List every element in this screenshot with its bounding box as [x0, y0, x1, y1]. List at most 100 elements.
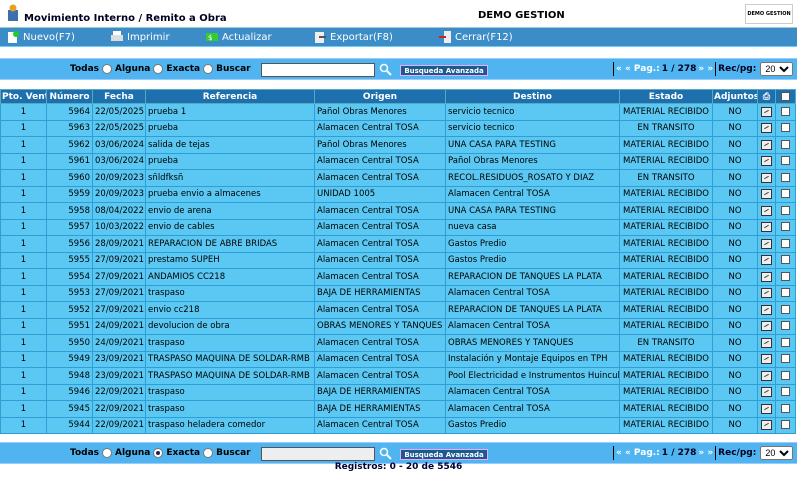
cell-referencia: TRASPASO MAQUINA DE SOLDAR-RMB	[145, 367, 315, 385]
col-referencia[interactable]: Referencia	[145, 89, 315, 104]
col-estado[interactable]: Estado	[619, 89, 713, 104]
row-checkbox[interactable]	[781, 189, 790, 199]
radio-todas-top[interactable]	[102, 64, 112, 74]
row-checkbox[interactable]	[781, 271, 790, 281]
row-checkbox[interactable]	[781, 420, 790, 430]
table-row[interactable]: 1 5963 22/05/2025 prueba Alamacen Central TO…	[0, 119, 796, 137]
col-origen[interactable]: Origen	[314, 89, 446, 104]
edit-icon[interactable]	[761, 337, 772, 348]
row-checkbox[interactable]	[781, 288, 790, 298]
cell-adjuntos: NO	[712, 202, 758, 220]
row-checkbox[interactable]	[781, 238, 790, 248]
advanced-search-button-top[interactable]: Busqueda Avanzada	[400, 65, 488, 76]
radio-alguna-bottom[interactable]	[153, 448, 164, 458]
cell-referencia: traspaso	[145, 284, 315, 302]
col-fecha[interactable]: Fecha	[92, 89, 146, 104]
print-button[interactable]: Imprimir	[110, 30, 170, 44]
print-all-icon[interactable]: ⎙	[757, 89, 776, 104]
edit-icon[interactable]	[761, 271, 772, 282]
edit-icon[interactable]	[761, 321, 772, 331]
col-pto-venta[interactable]: Pto. Venta	[0, 89, 47, 104]
new-button[interactable]: Nuevo(F7)	[6, 30, 75, 44]
table-row[interactable]: 1 5948 23/09/2021 TRASPASO MAQUINA DE SOLDA…	[0, 367, 796, 385]
edit-icon[interactable]	[761, 139, 772, 150]
radio-exacta-bottom[interactable]	[203, 448, 214, 458]
per-page-select[interactable]: 20	[760, 62, 794, 76]
edit-icon[interactable]	[761, 387, 772, 397]
cell-fecha: 22/09/2021	[92, 383, 146, 401]
edit-icon[interactable]	[761, 354, 772, 364]
col-adjuntos[interactable]: Adjuntos	[712, 89, 758, 104]
radio-todas-bottom[interactable]	[102, 448, 112, 458]
table-row[interactable]: 1 5949 23/09/2021 TRASPASO MAQUINA DE SOLDA…	[0, 350, 796, 368]
edit-icon[interactable]	[761, 288, 772, 298]
row-checkbox[interactable]	[781, 139, 790, 149]
table-row[interactable]: 1 5946 22/09/2021 traspaso BAJA DE HERRAMIEN…	[0, 383, 796, 401]
edit-icon[interactable]	[761, 205, 772, 216]
table-row[interactable]: 1 5964 22/05/2025 prueba 1 Pañol Obras Menor…	[0, 103, 796, 121]
prev-page-link[interactable]: « « Pag.:	[616, 64, 660, 74]
table-row[interactable]: 1 5952 27/09/2021 envio cc218 Alamacen Centr…	[0, 301, 796, 319]
table-row[interactable]: 1 5959 20/09/2023 prueba envio a almacenes U…	[0, 185, 796, 203]
search-input-bottom[interactable]	[261, 447, 375, 461]
col-destino[interactable]: Destino	[445, 89, 620, 104]
table-row[interactable]: 1 5945 22/09/2021 traspaso BAJA DE HERRAMIEN…	[0, 400, 796, 418]
table-row[interactable]: 1 5951 24/09/2021 devolucion de obra OBRAS M…	[0, 317, 796, 335]
table-row[interactable]: 1 5962 03/06/2024 salida de tejas Pañol Obra…	[0, 136, 796, 154]
row-checkbox[interactable]	[781, 370, 790, 380]
edit-icon[interactable]	[761, 172, 772, 183]
refresh-button[interactable]: $ Actualizar	[205, 30, 272, 44]
prev-page-link[interactable]: « « Pag.:	[616, 448, 660, 458]
table-row[interactable]: 1 5960 20/09/2023 sñldfksñ Alamacen Central …	[0, 169, 796, 187]
col-numero[interactable]: Número	[46, 89, 93, 104]
radio-exacta-top[interactable]	[203, 64, 214, 74]
edit-icon[interactable]	[761, 238, 772, 249]
cell-referencia: envio de cables	[145, 218, 315, 236]
close-button[interactable]: Cerrar(F12)	[438, 30, 513, 44]
select-all-checkbox[interactable]	[775, 89, 796, 104]
row-checkbox[interactable]	[781, 172, 790, 182]
edit-icon[interactable]	[761, 370, 772, 381]
radio-alguna-top[interactable]	[153, 64, 164, 74]
cell-estado: MATERIAL RECIBIDO	[619, 350, 713, 368]
edit-icon[interactable]	[761, 403, 772, 414]
row-checkbox[interactable]	[781, 337, 790, 347]
row-checkbox[interactable]	[781, 255, 790, 265]
row-checkbox[interactable]	[781, 123, 790, 133]
per-page-select[interactable]: 20	[760, 446, 794, 460]
edit-icon[interactable]	[761, 106, 772, 117]
table-row[interactable]: 1 5958 08/04/2022 envio de arena Alamacen Ce…	[0, 202, 796, 220]
table-row[interactable]: 1 5944 22/09/2021 traspaso heladera comedor…	[0, 416, 796, 434]
search-icon[interactable]	[379, 447, 393, 461]
row-checkbox[interactable]	[781, 304, 790, 314]
row-checkbox[interactable]	[781, 205, 790, 215]
row-checkbox[interactable]	[781, 222, 790, 232]
table-row[interactable]: 1 5957 10/03/2022 envio de cables Alamacen C…	[0, 218, 796, 236]
edit-icon[interactable]	[761, 189, 772, 199]
row-checkbox[interactable]	[781, 321, 790, 331]
table-row[interactable]: 1 5953 27/09/2021 traspaso BAJA DE HERRAMIEN…	[0, 284, 796, 302]
edit-icon[interactable]	[761, 255, 772, 265]
search-icon[interactable]	[379, 63, 393, 77]
cell-origen: Alamacen Central TOSA	[314, 169, 446, 187]
export-button[interactable]: Exportar(F8)	[313, 30, 393, 44]
edit-icon[interactable]	[761, 156, 772, 166]
table-row[interactable]: 1 5955 27/09/2021 prestamo SUPEH Alamacen Ce…	[0, 251, 796, 269]
next-page-link[interactable]: » »	[698, 64, 713, 74]
row-checkbox[interactable]	[781, 354, 790, 364]
advanced-search-button-bottom[interactable]: Busqueda Avanzada	[400, 449, 488, 460]
row-checkbox[interactable]	[781, 156, 790, 166]
table-row[interactable]: 1 5950 24/09/2021 traspaso Alamacen Central …	[0, 334, 796, 352]
table-row[interactable]: 1 5956 28/09/2021 REPARACION DE ABRE BRIDAS…	[0, 235, 796, 253]
edit-icon[interactable]	[761, 222, 772, 232]
table-row[interactable]: 1 5954 27/09/2021 ANDAMIOS CC218 Alamacen Ce…	[0, 268, 796, 286]
search-input-top[interactable]	[261, 63, 375, 77]
next-page-link[interactable]: » »	[698, 448, 713, 458]
edit-icon[interactable]	[761, 304, 772, 315]
table-row[interactable]: 1 5961 03/06/2024 prueba Alamacen Central TO…	[0, 152, 796, 170]
edit-icon[interactable]	[761, 420, 772, 430]
edit-icon[interactable]	[761, 123, 772, 133]
row-checkbox[interactable]	[781, 387, 790, 397]
row-checkbox[interactable]	[781, 106, 790, 116]
row-checkbox[interactable]	[781, 403, 790, 413]
